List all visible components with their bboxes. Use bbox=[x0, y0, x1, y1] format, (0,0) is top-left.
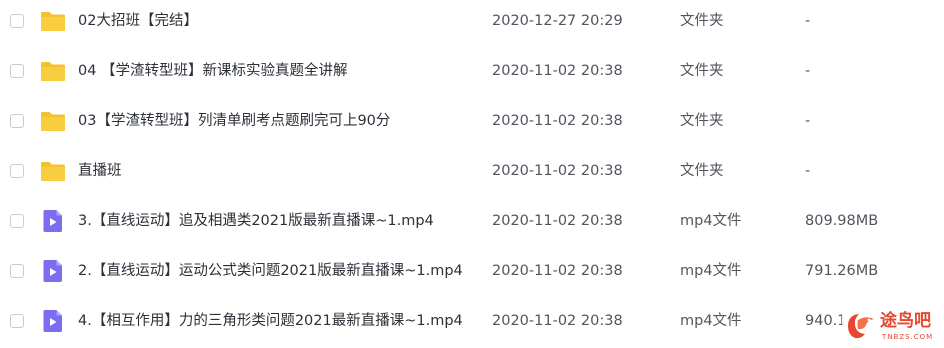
file-type: 文件夹 bbox=[680, 63, 724, 79]
row-checkbox[interactable] bbox=[10, 314, 24, 328]
bird-logo-icon bbox=[844, 310, 878, 342]
folder-icon bbox=[40, 9, 66, 33]
file-modified-time: 2020-11-02 20:38 bbox=[492, 263, 623, 279]
file-list: 02大招班【完结】 2020-12-27 20:29 文件夹 - 04 【学渣转… bbox=[0, 0, 944, 348]
folder-icon bbox=[40, 109, 66, 133]
row-checkbox[interactable] bbox=[10, 14, 24, 28]
row-checkbox[interactable] bbox=[10, 164, 24, 178]
file-size: - bbox=[805, 163, 811, 179]
file-row[interactable]: 4.【相互作用】力的三角形类问题2021最新直播课~1.mp4 2020-11-… bbox=[0, 297, 944, 347]
file-name[interactable]: 03【学渣转型班】列清单刷考点题刷完可上90分 bbox=[78, 112, 390, 130]
file-name[interactable]: 直播班 bbox=[78, 162, 122, 180]
folder-icon bbox=[40, 59, 66, 83]
file-row[interactable]: 04 【学渣转型班】新课标实验真题全讲解 2020-11-02 20:38 文件… bbox=[0, 47, 944, 97]
file-modified-time: 2020-11-02 20:38 bbox=[492, 313, 623, 329]
file-modified-time: 2020-11-02 20:38 bbox=[492, 113, 623, 129]
file-size: 940.1 bbox=[805, 313, 847, 329]
file-type: 文件夹 bbox=[680, 163, 724, 179]
video-file-icon bbox=[40, 259, 66, 283]
file-type: 文件夹 bbox=[680, 113, 724, 129]
watermark-subtext: TNBZS.COM bbox=[882, 333, 934, 341]
file-type: mp4文件 bbox=[680, 213, 742, 229]
folder-icon bbox=[40, 159, 66, 183]
file-row[interactable]: 03【学渣转型班】列清单刷考点题刷完可上90分 2020-11-02 20:38… bbox=[0, 97, 944, 147]
file-modified-time: 2020-12-27 20:29 bbox=[492, 13, 623, 29]
file-type: mp4文件 bbox=[680, 263, 742, 279]
file-row[interactable]: 2.【直线运动】运动公式类问题2021版最新直播课~1.mp4 2020-11-… bbox=[0, 247, 944, 297]
file-modified-time: 2020-11-02 20:38 bbox=[492, 213, 623, 229]
file-name[interactable]: 2.【直线运动】运动公式类问题2021版最新直播课~1.mp4 bbox=[78, 262, 463, 280]
file-name[interactable]: 3.【直线运动】追及相遇类2021版最新直播课~1.mp4 bbox=[78, 212, 434, 230]
row-checkbox[interactable] bbox=[10, 64, 24, 78]
watermark-text: 途鸟吧 bbox=[880, 311, 931, 331]
file-size: - bbox=[805, 13, 811, 29]
file-size: 791.26MB bbox=[805, 263, 879, 279]
file-size: - bbox=[805, 63, 811, 79]
row-checkbox[interactable] bbox=[10, 264, 24, 278]
file-name[interactable]: 04 【学渣转型班】新课标实验真题全讲解 bbox=[78, 62, 348, 80]
file-size: - bbox=[805, 113, 811, 129]
file-row[interactable]: 直播班 2020-11-02 20:38 文件夹 - bbox=[0, 147, 944, 197]
file-type: 文件夹 bbox=[680, 13, 724, 29]
file-modified-time: 2020-11-02 20:38 bbox=[492, 63, 623, 79]
watermark: 途鸟吧 TNBZS.COM bbox=[842, 306, 942, 346]
video-file-icon bbox=[40, 309, 66, 333]
file-name[interactable]: 02大招班【完结】 bbox=[78, 12, 198, 30]
row-checkbox[interactable] bbox=[10, 214, 24, 228]
video-file-icon bbox=[40, 209, 66, 233]
file-size: 809.98MB bbox=[805, 213, 879, 229]
file-row[interactable]: 3.【直线运动】追及相遇类2021版最新直播课~1.mp4 2020-11-02… bbox=[0, 197, 944, 247]
file-modified-time: 2020-11-02 20:38 bbox=[492, 163, 623, 179]
file-type: mp4文件 bbox=[680, 313, 742, 329]
file-row[interactable]: 02大招班【完结】 2020-12-27 20:29 文件夹 - bbox=[0, 0, 944, 47]
file-name[interactable]: 4.【相互作用】力的三角形类问题2021最新直播课~1.mp4 bbox=[78, 312, 463, 330]
row-checkbox[interactable] bbox=[10, 114, 24, 128]
